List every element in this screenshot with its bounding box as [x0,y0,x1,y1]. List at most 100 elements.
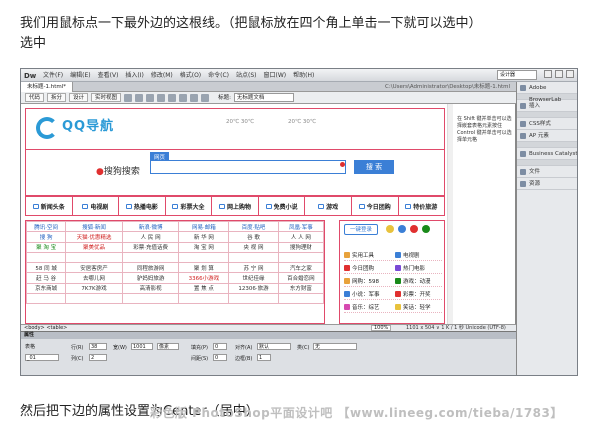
weibo-icon[interactable] [398,225,406,233]
grid-link[interactable] [121,251,180,264]
nav-item[interactable]: 新闻头条 [26,197,73,215]
clear-icon[interactable] [340,162,345,167]
title-input[interactable]: 无标题文档 [233,93,294,102]
grid-link[interactable]: 腾讯·空间 [25,220,67,233]
view-options-icon[interactable] [168,94,177,102]
nav-item[interactable]: 热播电影 [119,197,166,215]
width-unit-select[interactable]: 像素 [157,343,179,350]
visual-aids-icon[interactable] [179,94,188,102]
grid-link[interactable]: 百度·贴吧 [228,220,279,233]
document-tab[interactable]: 未标题-1.html* [21,82,74,92]
panel-ap-elements[interactable]: AP 元素 [517,130,577,142]
border-input[interactable]: 1 [257,354,271,361]
menu-help[interactable]: 帮助(H) [293,69,314,82]
menu-file[interactable]: 文件(F) [43,69,63,82]
menu-site[interactable]: 站点(S) [236,69,257,82]
cols-input[interactable]: 2 [89,354,107,361]
grid-link[interactable]: 谷 歌 [228,231,279,243]
grid-link[interactable]: 去哪儿网 [65,272,123,284]
grid-link[interactable] [228,251,279,264]
grid-link[interactable] [178,251,230,264]
grid-link[interactable]: 驴妈妈旅游 [121,272,180,284]
side-link[interactable]: 电视剧 [395,251,442,259]
panel-business-catalyst[interactable]: Business Catalyst [517,148,577,160]
side-link[interactable]: 小说：军事 [344,290,391,298]
side-link[interactable]: 热门电影 [395,264,442,272]
space-input[interactable]: 0 [213,354,227,361]
search-cell[interactable]: ●搜狗搜索 网页 搜 索 [25,150,445,196]
grid-link[interactable] [178,293,230,305]
split-view-button[interactable]: 拆分 [47,93,67,102]
compat-check-icon[interactable] [201,94,210,102]
grid-link[interactable]: 3366小游戏 [178,272,230,284]
panel-files[interactable]: 文件 [517,166,577,178]
menu-window[interactable]: 窗口(W) [264,69,287,82]
minimize-button[interactable] [544,70,552,78]
maximize-button[interactable] [555,70,563,78]
grid-link[interactable] [65,251,123,264]
grid-link[interactable] [121,293,180,305]
refresh-icon[interactable] [157,94,166,102]
wechat-icon[interactable] [422,225,430,233]
side-link[interactable]: 游戏：动漫 [395,277,442,285]
side-link[interactable]: 笑话：轻学 [395,303,442,311]
grid-link[interactable]: 同程旅游网 [121,262,180,274]
grid-link[interactable]: 人 人 网 [277,231,325,243]
grid-link[interactable]: 置 焦 点 [178,282,230,295]
link-table[interactable]: 腾讯·空间 搜狐·新闻 新浪·微博 网易·邮箱 百度·贴吧 凤凰·军事搜 狗天猫·优惠精选… [25,220,325,324]
nav-item[interactable]: 特价旅游 [399,197,445,215]
grid-link[interactable]: 世纪佳缘 [228,272,279,284]
grid-link[interactable]: 58 同 城 [25,262,67,274]
grid-link[interactable]: 聚 淘 宝 [25,241,67,253]
menu-view[interactable]: 查看(V) [98,69,119,82]
multiscreen-icon[interactable] [135,94,144,102]
nav-item[interactable]: 彩票大全 [166,197,213,215]
qq-icon[interactable] [386,225,394,233]
search-button[interactable]: 搜 索 [354,160,394,174]
search-input[interactable] [150,160,346,174]
grid-link[interactable]: 12306·旅游 [228,282,279,295]
grid-link[interactable] [25,251,67,264]
grid-link[interactable]: 安居客房产 [65,262,123,274]
nav-item[interactable]: 免费小说 [259,197,306,215]
grid-link[interactable]: 淘 宝 网 [178,241,230,253]
grid-link[interactable]: 天猫·优惠精选 [65,231,123,243]
side-link[interactable]: 网购：598 [344,277,391,285]
grid-link[interactable] [277,293,325,305]
grid-link[interactable]: 搜狐·新闻 [65,220,123,233]
grid-link[interactable]: 汽车之家 [277,262,325,274]
menu-modify[interactable]: 修改(M) [151,69,173,82]
grid-link[interactable]: 高清影视 [121,282,180,295]
browser-preview-icon[interactable] [146,94,155,102]
inspect-icon[interactable] [124,94,133,102]
rows-input[interactable]: 38 [89,343,107,350]
panel-assets[interactable]: 资源 [517,178,577,190]
grid-link[interactable]: 网易·邮箱 [178,220,230,233]
panel-browserlab[interactable]: Adobe BrowserLab [517,82,577,103]
grid-link[interactable]: 彩票·充值话费 [121,241,180,253]
grid-link[interactable] [25,293,67,305]
grid-link[interactable] [277,251,325,264]
vertical-scrollbar[interactable] [447,104,453,324]
grid-link[interactable] [65,293,123,305]
side-box[interactable]: 一键登录 实用工具 电视剧 今日团购 热门电影 网购：598 游戏：动漫 小说：… [339,220,445,324]
side-link[interactable]: 彩票：开奖 [395,290,442,298]
side-link[interactable]: 音乐：综艺 [344,303,391,311]
grid-link[interactable]: 京东商城 [25,282,67,295]
grid-link[interactable]: 聚美优品 [65,241,123,253]
grid-link[interactable]: 搜 狗 [25,231,67,243]
close-button[interactable] [566,70,574,78]
grid-link[interactable]: 东方财富 [277,282,325,295]
grid-link[interactable]: 人 民 网 [121,231,180,243]
grid-link[interactable]: 百合婚恋网 [277,272,325,284]
design-view-canvas[interactable]: QQ导航 20℃ 30℃ 20℃ 30℃ ●搜狗搜索 网页 搜 索 新闻头条 电… [21,104,516,324]
fill-input[interactable]: 0 [213,343,227,350]
grid-link[interactable]: 央 视 网 [228,241,279,253]
page-header-cell[interactable]: QQ导航 20℃ 30℃ 20℃ 30℃ [25,108,445,150]
class-select[interactable]: 无 [313,343,357,350]
one-click-login-button[interactable]: 一键登录 [344,224,378,235]
align-select[interactable]: 默认 [257,343,291,350]
grid-link[interactable] [228,293,279,305]
validate-icon[interactable] [190,94,199,102]
panel-css-styles[interactable]: CSS样式 [517,118,577,130]
